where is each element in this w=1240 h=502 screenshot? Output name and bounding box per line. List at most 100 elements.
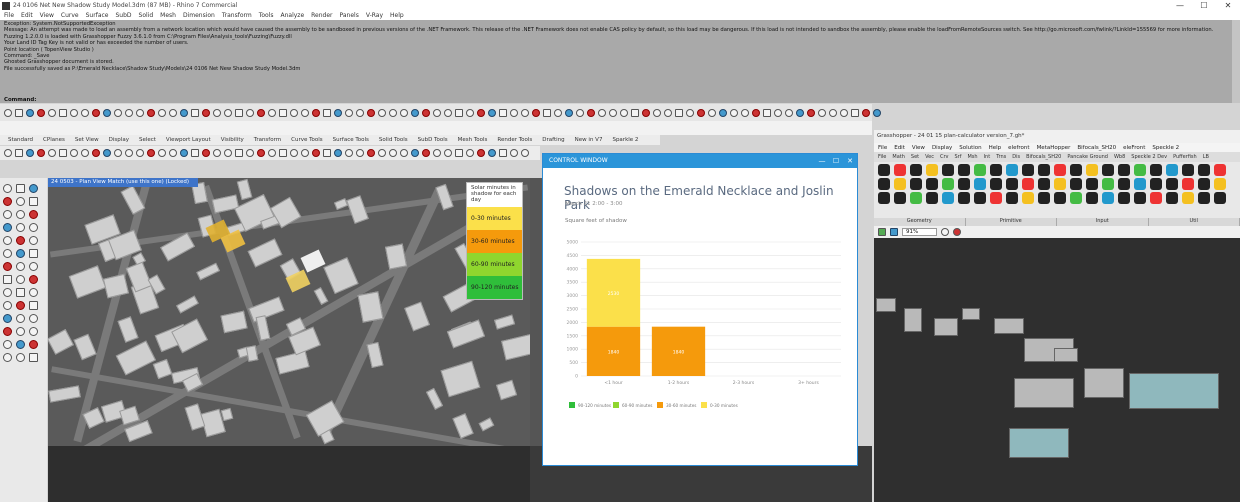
tab-display[interactable]: Display (109, 137, 129, 143)
toolbar-button-icon[interactable] (191, 108, 199, 117)
toolbar-button-icon[interactable] (29, 249, 38, 258)
toolbar-button-icon[interactable] (697, 108, 705, 117)
component-icon[interactable] (942, 178, 954, 190)
toolbar-button-icon[interactable] (477, 149, 485, 157)
toolbar-button-icon[interactable] (16, 275, 25, 284)
toolbar-button-icon[interactable] (455, 149, 463, 157)
toolbar-button-icon[interactable] (312, 108, 320, 117)
toolbar-button-icon[interactable] (433, 149, 441, 157)
toolbar-button-icon[interactable] (16, 314, 25, 323)
menu-render[interactable]: Render (311, 12, 332, 19)
toolbar-button-icon[interactable] (488, 108, 496, 117)
tab-set-view[interactable]: Set View (75, 137, 99, 143)
tab-surface-tools[interactable]: Surface Tools (333, 137, 369, 143)
gh-component[interactable] (1084, 368, 1124, 398)
menu-analyze[interactable]: Analyze (281, 12, 305, 19)
toolbar-button-icon[interactable] (510, 149, 518, 157)
component-icon[interactable] (990, 192, 1002, 204)
toolbar-button-icon[interactable] (279, 149, 287, 157)
component-icon[interactable] (1134, 192, 1146, 204)
toolbar-button-icon[interactable] (16, 184, 25, 193)
component-icon[interactable] (894, 164, 906, 176)
toolbar-button-icon[interactable] (3, 184, 12, 193)
minimize-button[interactable]: — (1168, 1, 1192, 10)
toolbar-button-icon[interactable] (16, 353, 25, 362)
component-icon[interactable] (1134, 178, 1146, 190)
toolbar-button-icon[interactable] (752, 108, 760, 117)
toolbar-button-icon[interactable] (268, 108, 276, 117)
toolbar-button-icon[interactable] (477, 108, 485, 117)
tab-render-tools[interactable]: Render Tools (497, 137, 532, 143)
component-icon[interactable] (1102, 192, 1114, 204)
component-icon[interactable] (910, 164, 922, 176)
toolbar-button-icon[interactable] (3, 275, 12, 284)
toolbar-button-icon[interactable] (81, 108, 89, 117)
toolbar-button-icon[interactable] (158, 149, 166, 157)
toolbar-button-icon[interactable] (257, 108, 265, 117)
toolbar-button-icon[interactable] (15, 108, 23, 117)
toolbar-button-icon[interactable] (488, 149, 496, 157)
gh-component[interactable] (904, 308, 922, 332)
toolbar-button-icon[interactable] (59, 108, 67, 117)
toolbar-button-icon[interactable] (158, 108, 166, 117)
control-window-title-bar[interactable]: CONTROL WINDOW — ☐ ✕ (543, 154, 857, 168)
component-icon[interactable] (1214, 192, 1226, 204)
menu-edit[interactable]: Edit (21, 12, 33, 19)
tab-solid-tools[interactable]: Solid Tools (379, 137, 408, 143)
tab-sparkle-2[interactable]: Sparkle 2 (612, 137, 638, 143)
toolbar-button-icon[interactable] (16, 301, 25, 310)
component-icon[interactable] (1038, 178, 1050, 190)
toolbar-button-icon[interactable] (730, 108, 738, 117)
toolbar-button-icon[interactable] (37, 149, 45, 157)
toolbar-button-icon[interactable] (411, 108, 419, 117)
component-icon[interactable] (958, 164, 970, 176)
gh-component[interactable] (1009, 428, 1069, 458)
component-icon[interactable] (1086, 178, 1098, 190)
toolbar-button-icon[interactable] (653, 108, 661, 117)
toolbar-button-icon[interactable] (180, 149, 188, 157)
component-icon[interactable] (990, 178, 1002, 190)
component-icon[interactable] (1054, 164, 1066, 176)
gh-menu-elefront-2[interactable]: eleFront (1123, 145, 1145, 151)
toolbar-button-icon[interactable] (763, 108, 771, 117)
toolbar-button-icon[interactable] (642, 108, 650, 117)
tab-subd-tools[interactable]: SubD Tools (418, 137, 448, 143)
toolbar-button-icon[interactable] (356, 108, 364, 117)
toolbar-button-icon[interactable] (3, 210, 12, 219)
toolbar-button-icon[interactable] (543, 108, 551, 117)
toolbar-button-icon[interactable] (29, 210, 38, 219)
tab-cplanes[interactable]: CPlanes (43, 137, 65, 143)
toolbar-button-icon[interactable] (114, 108, 122, 117)
toolbar-button-icon[interactable] (389, 108, 397, 117)
toolbar-button-icon[interactable] (345, 149, 353, 157)
component-icon[interactable] (1118, 164, 1130, 176)
toolbar-button-icon[interactable] (444, 108, 452, 117)
toolbar-button-icon[interactable] (565, 108, 573, 117)
toolbar-button-icon[interactable] (3, 236, 12, 245)
toolbar-button-icon[interactable] (422, 108, 430, 117)
toolbar-button-icon[interactable] (851, 108, 859, 117)
component-icon[interactable] (1198, 164, 1210, 176)
gh-component[interactable] (876, 298, 896, 312)
toolbar-button-icon[interactable] (29, 236, 38, 245)
component-icon[interactable] (1070, 164, 1082, 176)
menu-panels[interactable]: Panels (340, 12, 359, 19)
tab-viewport-layout[interactable]: Viewport Layout (166, 137, 211, 143)
component-icon[interactable] (1150, 192, 1162, 204)
toolbar-button-icon[interactable] (378, 149, 386, 157)
maximize-button[interactable]: ☐ (1192, 1, 1216, 10)
toolbar-button-icon[interactable] (136, 149, 144, 157)
component-icon[interactable] (1102, 164, 1114, 176)
toolbar-button-icon[interactable] (499, 108, 507, 117)
toolbar-button-icon[interactable] (16, 236, 25, 245)
toolbar-button-icon[interactable] (796, 108, 804, 117)
toolbar-button-icon[interactable] (59, 149, 67, 157)
toolbar-button-icon[interactable] (114, 149, 122, 157)
gh-menu-bifocals[interactable]: Bifocals_SH20 (1077, 145, 1116, 151)
gh-tab[interactable]: Pancake Ground (1067, 154, 1108, 160)
gh-menu-metahopper[interactable]: MetaHopper (1037, 145, 1071, 151)
save-icon[interactable] (890, 228, 898, 236)
toolbar-button-icon[interactable] (301, 108, 309, 117)
component-icon[interactable] (926, 178, 938, 190)
toolbar-button-icon[interactable] (92, 108, 100, 117)
